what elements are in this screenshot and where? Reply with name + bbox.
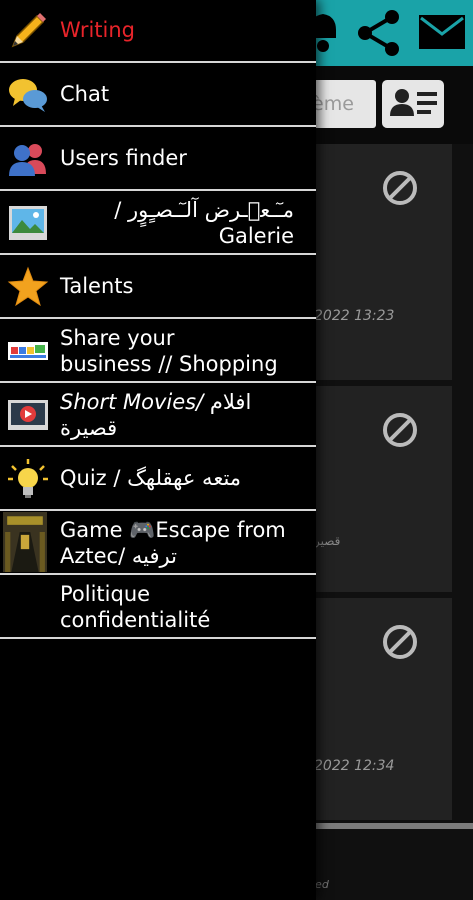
nav-label: Writing: [60, 18, 135, 42]
shopping-icon: [8, 342, 48, 360]
nav-item-short-movies[interactable]: Short Movies/ افلام قصيرة: [0, 384, 316, 447]
nav-item-quiz[interactable]: Quiz / متعه عهقلهگ: [0, 448, 316, 511]
nav-item-users-finder[interactable]: Users finder: [0, 128, 316, 191]
lightbulb-icon: [8, 459, 48, 498]
gallery-icon: [9, 206, 47, 240]
pencil-icon: [11, 13, 46, 48]
nav-item-gallery[interactable]: مـٓـعٖـرض آلـٓـصـٍوٍر / Galerie: [0, 192, 316, 255]
nav-item-writing[interactable]: Writing: [0, 0, 316, 63]
chat-bubbles-icon: [9, 79, 47, 112]
post-card[interactable]: قصير: [300, 386, 452, 592]
nav-label-line1: Short Movies/ افلام: [60, 389, 296, 415]
nav-label-line1: Share your: [60, 326, 175, 350]
share-icon[interactable]: [356, 8, 402, 58]
game-thumbnail-icon: [3, 512, 47, 572]
nav-item-shopping[interactable]: Share your business // Shopping: [0, 320, 316, 383]
nav-label: Talents: [60, 274, 134, 298]
navigation-drawer: Writing Chat Users finder مـٓـعٖـرض آلـٓ…: [0, 0, 316, 900]
nav-item-privacy-policy[interactable]: Politique confidentialité: [0, 576, 316, 639]
nav-label: Chat: [60, 82, 110, 106]
nav-label-line2: confidentialité: [60, 608, 211, 632]
nav-item-game[interactable]: Game 🎮Escape from Aztec/ ترفيه: [0, 512, 316, 575]
nav-label: Users finder: [60, 146, 187, 170]
nav-label-line2: قصيرة: [60, 416, 118, 440]
nav-label: مـٓـعٖـرض آلـٓـصـٍوٍر / Galerie: [60, 197, 294, 249]
post-timestamp: 2022 12:34: [314, 758, 395, 774]
post-card[interactable]: 2022 13:23: [300, 144, 452, 380]
users-icon: [9, 144, 46, 176]
bottom-divider: [300, 823, 473, 829]
nav-label-arabic: افلام: [209, 390, 252, 414]
blocked-icon[interactable]: [382, 170, 418, 206]
nav-label-line1: Politique: [60, 582, 151, 606]
post-snippet: قصير: [314, 534, 341, 548]
nav-label: Share your business // Shopping: [60, 325, 296, 377]
nav-label-italic: Short Movies/: [60, 390, 204, 414]
nav-label: Short Movies/ افلام قصيرة: [60, 389, 296, 441]
post-card[interactable]: 2022 12:34: [300, 598, 452, 820]
post-timestamp: 2022 13:23: [314, 308, 395, 324]
nav-label: Quiz / متعه عهقلهگ: [60, 466, 242, 490]
nav-item-chat[interactable]: Chat: [0, 64, 316, 127]
nav-label: Game 🎮Escape from Aztec/ ترفيه: [60, 517, 296, 569]
nav-item-talents[interactable]: Talents: [0, 256, 316, 319]
nav-label: Politique confidentialité: [60, 581, 296, 633]
nav-label-line1: مـٓـعٖـرض آلـٓـصـٍوٍر /: [114, 198, 294, 222]
video-play-icon: [8, 400, 48, 430]
star-icon: [7, 266, 49, 307]
nav-label-line2: Galerie: [218, 224, 294, 248]
mail-icon[interactable]: [418, 14, 466, 50]
nav-label-line1: Game 🎮Escape from: [60, 518, 286, 542]
nav-label-line2: Aztec/ ترفيه: [60, 544, 177, 568]
contact-card-icon: [390, 89, 437, 116]
blocked-icon[interactable]: [382, 624, 418, 660]
nav-label-line2: business // Shopping: [60, 352, 278, 376]
profile-list-button[interactable]: [382, 80, 444, 128]
blocked-icon[interactable]: [382, 412, 418, 448]
